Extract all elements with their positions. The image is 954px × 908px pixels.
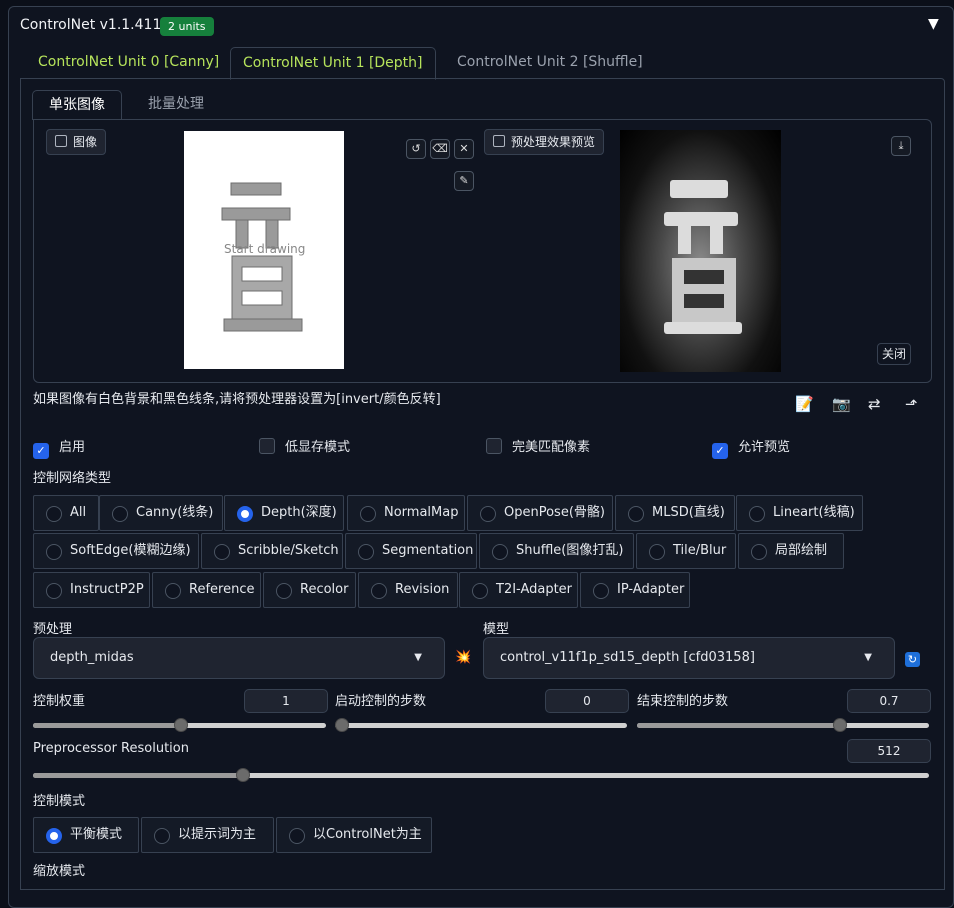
radio-instructp2p[interactable]: InstructP2P: [33, 572, 150, 608]
radio-mlsd[interactable]: MLSD(直线): [615, 495, 735, 531]
radio-all[interactable]: All: [33, 495, 99, 531]
radio-reference[interactable]: Reference: [152, 572, 261, 608]
weight-label: 控制权重: [33, 694, 86, 709]
control-type-label: 控制网络类型: [33, 471, 112, 486]
radio-segmentation[interactable]: Segmentation: [345, 533, 477, 569]
radio-lineart[interactable]: Lineart(线稿): [736, 495, 863, 531]
tab-unit-2[interactable]: ControlNet Unit 2 [Shuffle]: [445, 47, 655, 78]
preprocessor-dropdown[interactable]: depth_midas ▼: [33, 637, 445, 679]
camera-icon[interactable]: 📷: [832, 395, 851, 413]
model-label: 模型: [483, 622, 510, 637]
chevron-down-icon: ▼: [414, 652, 422, 663]
eraser-icon[interactable]: ⌫: [430, 139, 450, 159]
start-step-slider[interactable]: [335, 718, 627, 732]
image-area: [33, 119, 932, 383]
resolution-slider-thumb[interactable]: [236, 768, 250, 782]
end-step-label: 结束控制的步数: [637, 694, 729, 709]
weight-slider-thumb[interactable]: [174, 718, 188, 732]
radio-inpaint[interactable]: 局部绘制: [738, 533, 844, 569]
preprocessor-preview-image: [620, 130, 781, 372]
radio-canny[interactable]: Canny(线条): [99, 495, 223, 531]
start-step-slider-thumb[interactable]: [335, 718, 349, 732]
download-icon[interactable]: ⤓: [891, 136, 911, 156]
resolution-input[interactable]: 512: [847, 739, 931, 763]
end-step-slider-thumb[interactable]: [833, 718, 847, 732]
checkbox-low-vram[interactable]: 低显存模式: [259, 436, 350, 455]
chevron-down-icon: ▼: [864, 652, 872, 663]
radio-controlnet-priority[interactable]: 以ControlNet为主: [276, 817, 432, 853]
radio-depth[interactable]: Depth(深度): [224, 495, 344, 531]
units-badge: 2 units: [160, 17, 214, 36]
controlnet-title[interactable]: ControlNet v1.1.411: [20, 17, 161, 33]
end-step-input[interactable]: 0.7: [847, 689, 931, 713]
checkbox-enable[interactable]: 启用: [33, 436, 85, 459]
radio-softedge[interactable]: SoftEdge(模糊边缘): [33, 533, 199, 569]
depth-preview: [664, 180, 742, 334]
collapse-icon[interactable]: ▼: [928, 16, 939, 32]
radio-tile-blur[interactable]: Tile/Blur: [636, 533, 736, 569]
checkbox-pixel-perfect[interactable]: 完美匹配像素: [486, 436, 590, 455]
weight-slider[interactable]: [33, 718, 326, 732]
weight-input[interactable]: 1: [244, 689, 328, 713]
start-step-label: 启动控制的步数: [335, 694, 427, 709]
send-dimensions-icon[interactable]: ⬏: [905, 395, 918, 413]
image-icon: [493, 135, 505, 147]
swap-icon[interactable]: ⇄: [868, 395, 881, 413]
tab-single-image[interactable]: 单张图像: [32, 90, 122, 120]
radio-normalmap[interactable]: NormalMap: [347, 495, 465, 531]
source-image-canvas[interactable]: Start drawing: [184, 131, 344, 369]
checkbox-pixel-perfect-box[interactable]: [486, 438, 502, 454]
start-step-input[interactable]: 0: [545, 689, 629, 713]
radio-revision[interactable]: Revision: [358, 572, 458, 608]
preview-label: 预处理效果预览: [484, 129, 605, 155]
resolution-slider[interactable]: [33, 768, 929, 782]
image-icon: [55, 135, 67, 147]
radio-recolor[interactable]: Recolor: [263, 572, 356, 608]
end-step-slider[interactable]: [637, 718, 929, 732]
control-mode-label: 控制模式: [33, 794, 86, 809]
resolution-label: Preprocessor Resolution: [33, 741, 189, 756]
image-label: 图像: [46, 129, 107, 155]
checkbox-enable-box[interactable]: [33, 443, 49, 459]
tab-unit-1[interactable]: ControlNet Unit 1 [Depth]: [230, 47, 436, 80]
checkbox-allow-preview[interactable]: 允许预览: [712, 436, 790, 459]
radio-t2i-adapter[interactable]: T2I-Adapter: [459, 572, 578, 608]
model-dropdown[interactable]: control_v11f1p_sd15_depth [cfd03158] ▼: [483, 637, 895, 679]
clear-icon[interactable]: ✕: [454, 139, 474, 159]
radio-prompt-priority[interactable]: 以提示词为主: [141, 817, 274, 853]
undo-icon[interactable]: ↺: [406, 139, 426, 159]
invert-hint: 如果图像有白色背景和黑色线条,请将预处理器设置为[invert/颜色反转]: [33, 392, 441, 407]
start-drawing-hint: Start drawing: [224, 242, 306, 256]
radio-balanced[interactable]: 平衡模式: [33, 817, 139, 853]
tab-batch[interactable]: 批量处理: [132, 90, 220, 119]
refresh-models-icon[interactable]: ↻: [905, 652, 920, 667]
brush-icon[interactable]: ✎: [454, 171, 474, 191]
checkbox-allow-preview-box[interactable]: [712, 443, 728, 459]
notes-icon[interactable]: 📝: [795, 395, 814, 413]
radio-openpose[interactable]: OpenPose(骨骼): [467, 495, 613, 531]
checkbox-low-vram-box[interactable]: [259, 438, 275, 454]
close-preview-button[interactable]: 关闭: [877, 343, 912, 365]
run-preprocessor-icon[interactable]: 💥: [455, 650, 471, 665]
resize-mode-label: 缩放模式: [33, 864, 86, 879]
tab-unit-0[interactable]: ControlNet Unit 0 [Canny]: [26, 47, 231, 78]
radio-shuffle[interactable]: Shuffle(图像打乱): [479, 533, 634, 569]
radio-ip-adapter[interactable]: IP-Adapter: [580, 572, 690, 608]
preprocessor-label: 预处理: [33, 622, 73, 637]
radio-scribble[interactable]: Scribble/Sketch: [201, 533, 343, 569]
